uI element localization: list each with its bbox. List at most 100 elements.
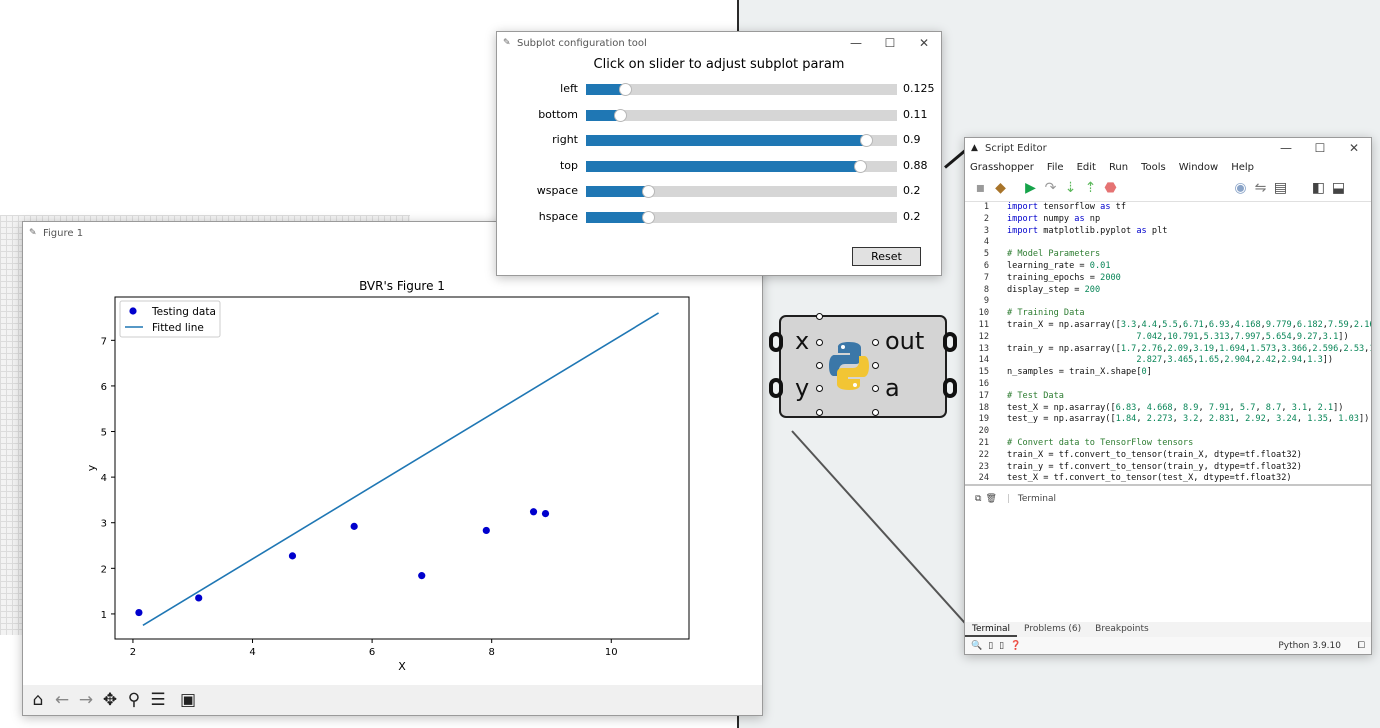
code-line: 9 — [965, 296, 1371, 308]
panel-bottom-icon[interactable]: ⬓ — [1331, 181, 1346, 196]
menu-help[interactable]: Help — [1231, 162, 1254, 173]
line-number: 21 — [978, 437, 989, 448]
menu-file[interactable]: File — [1047, 162, 1064, 173]
step-over-icon[interactable]: ↷ — [1043, 181, 1058, 196]
port-dot — [816, 409, 823, 416]
menu-window[interactable]: Window — [1179, 162, 1218, 173]
menu-run[interactable]: Run — [1109, 162, 1128, 173]
output-grip-out[interactable] — [943, 332, 957, 352]
slider-row-hspace: hspace 0.2 — [497, 207, 941, 227]
copy-icon[interactable]: ⧉ — [975, 494, 981, 504]
code-line: 19 test_y = np.asarray([1.84, 2.273, 3.2,… — [965, 414, 1371, 426]
help-icon[interactable]: ❓ — [1010, 641, 1021, 651]
y-tick-label: 1 — [101, 610, 107, 621]
y-tick-label: 5 — [101, 428, 107, 439]
search-icon[interactable]: 🔍 — [971, 641, 982, 651]
slider-handle[interactable] — [642, 211, 656, 224]
legend-label-fitted: Fitted line — [152, 322, 204, 334]
step-out-icon[interactable]: ⇡ — [1083, 181, 1098, 196]
code-line: 8 display_step = 200 — [965, 285, 1371, 297]
pan-icon[interactable]: ✥ — [99, 689, 121, 711]
code-line: 15 n_samples = train_X.shape[0] — [965, 367, 1371, 379]
python-component[interactable]: x y out a — [769, 313, 957, 418]
reset-button[interactable]: Reset — [852, 247, 921, 266]
menu-tools[interactable]: Tools — [1141, 162, 1166, 173]
file-icon[interactable]: ▯ — [988, 641, 993, 651]
panel-left-icon[interactable]: ◧ — [1311, 181, 1326, 196]
line-number: 9 — [983, 296, 989, 307]
stop-icon[interactable]: ⬣ — [1103, 181, 1118, 196]
line-number: 5 — [983, 249, 989, 260]
menu-edit[interactable]: Edit — [1077, 162, 1096, 173]
back-icon[interactable]: ← — [51, 689, 73, 711]
code-text: 2.827,3.465,1.65,2.904,2.42,2.94,1.3]) — [1136, 355, 1334, 366]
maximize-icon[interactable]: ☐ — [1303, 141, 1337, 155]
slider-value: 0.125 — [903, 82, 935, 95]
compare-icon[interactable]: ⇋ — [1253, 181, 1268, 196]
line-number: 22 — [978, 449, 989, 460]
window-icon[interactable]: ⧠ — [1358, 641, 1365, 651]
document-icon[interactable]: ▤ — [1273, 181, 1288, 196]
slider-handle[interactable] — [618, 83, 632, 96]
input-grip-x[interactable] — [769, 332, 783, 352]
slider-bottom[interactable] — [586, 108, 897, 122]
line-number: 2 — [983, 213, 989, 224]
line-number: 1 — [983, 202, 989, 212]
maximize-icon[interactable]: ☐ — [873, 36, 907, 50]
slider-fill — [586, 186, 649, 198]
slider-hspace[interactable] — [586, 211, 897, 224]
x-tick-label: 2 — [130, 647, 136, 658]
tab-problems[interactable]: Problems (6) — [1017, 622, 1088, 637]
tab-terminal[interactable]: Terminal — [965, 622, 1018, 637]
menu-grasshopper[interactable]: Grasshopper — [970, 162, 1034, 173]
script-editor-window[interactable]: ▲ Script Editor — ☐ ✕ Grasshopper File E… — [964, 137, 1372, 655]
subplot-config-window[interactable]: ✎ Subplot configuration tool — ☐ ✕ Click… — [496, 31, 942, 276]
slider-wspace[interactable] — [586, 185, 897, 199]
code-line: 23 train_y = tf.convert_to_tensor(train_y… — [965, 462, 1371, 474]
slider-handle[interactable] — [859, 134, 873, 148]
step-into-icon[interactable]: ⇣ — [1063, 181, 1078, 196]
slider-row-top: top 0.88 — [497, 156, 941, 176]
slider-handle[interactable] — [853, 159, 867, 173]
minimize-icon[interactable]: — — [839, 36, 873, 50]
input-x-label: x — [795, 327, 810, 355]
forward-icon[interactable]: → — [75, 689, 97, 711]
minimize-icon[interactable]: — — [1269, 141, 1303, 155]
code-line: 3 import matplotlib.pyplot as plt — [965, 226, 1371, 238]
trash-icon[interactable]: 🗑 — [985, 494, 996, 504]
input-grip-y[interactable] — [769, 378, 783, 398]
slider-top[interactable] — [586, 159, 897, 173]
zoom-icon[interactable]: ⚲ — [123, 689, 145, 711]
save-icon[interactable]: ▪ — [973, 181, 988, 196]
testing-data-point — [195, 594, 203, 602]
eye-icon[interactable]: ◉ — [1233, 181, 1248, 196]
slider-handle[interactable] — [642, 185, 656, 199]
code-line: 4 — [965, 237, 1371, 249]
chart[interactable]: BVR's Figure 12 4 6 8 101234567XyTesting dat… — [23, 245, 762, 685]
code-text: learning_rate = 0.01 — [1007, 260, 1111, 271]
package-icon[interactable]: ◆ — [993, 181, 1008, 196]
slider-handle[interactable] — [614, 108, 628, 122]
line-number: 3 — [983, 225, 989, 236]
tab-breakpoints[interactable]: Breakpoints — [1088, 622, 1156, 637]
slider-right[interactable] — [586, 134, 897, 148]
code-line: 12 7.042,10.791,5.313,7.997,5.654,9.27,3… — [965, 332, 1371, 344]
code-editor[interactable]: 1 import tensorflow as tf 2 import numpy as… — [965, 202, 1371, 486]
close-icon[interactable]: ✕ — [1337, 141, 1371, 155]
figure-window[interactable]: ✎ Figure 1 BVR's Figure 1 2 4 6 8 10 1 2 3 4 5 6 7 Xy… — [22, 221, 763, 716]
script-titlebar[interactable]: ▲ Script Editor — ☐ ✕ — [965, 138, 1371, 158]
home-icon[interactable]: ⌂ — [27, 689, 49, 711]
line-number: 12 — [978, 331, 989, 342]
slider-left[interactable] — [586, 83, 897, 96]
code-line: 1 import tensorflow as tf — [965, 202, 1371, 214]
output-grip-a[interactable] — [943, 378, 957, 398]
close-icon[interactable]: ✕ — [907, 36, 941, 50]
subplot-titlebar[interactable]: ✎ Subplot configuration tool — ☐ ✕ — [497, 32, 941, 54]
run-icon[interactable]: ▶ — [1023, 181, 1038, 196]
save-icon[interactable]: ▣ — [177, 689, 199, 711]
file-icon[interactable]: ▯ — [999, 641, 1004, 651]
configure-subplots-icon[interactable]: ☰ — [147, 689, 169, 711]
line-number: 24 — [978, 473, 989, 484]
